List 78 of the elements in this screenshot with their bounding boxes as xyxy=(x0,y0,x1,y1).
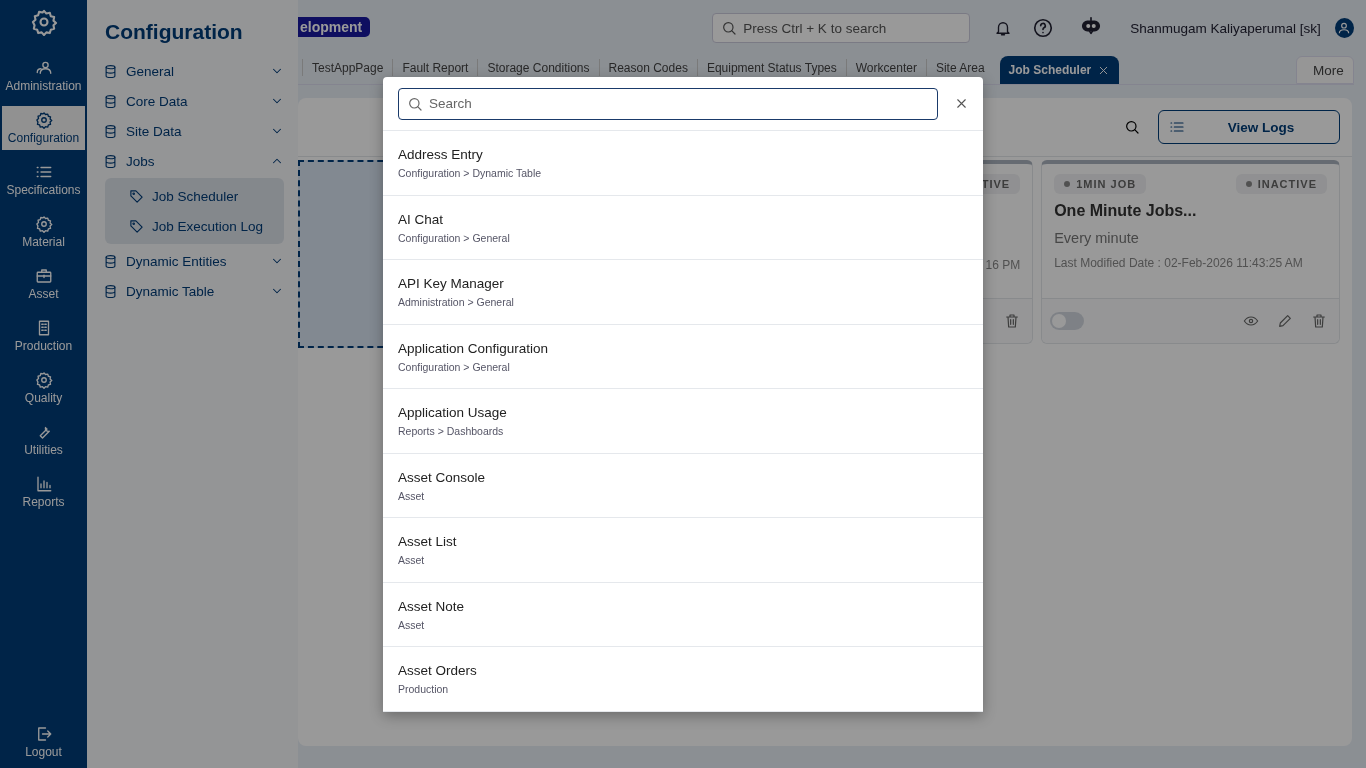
modified-date: 16 PM xyxy=(984,257,1022,272)
database-icon xyxy=(103,153,118,169)
modified-date: Last Modified Date : 02-Feb-2026 11:43:25 AM xyxy=(1053,255,1304,270)
job-title: One Minute Jobs... xyxy=(1053,201,1198,220)
gear-icon xyxy=(29,8,58,36)
eye-icon xyxy=(1243,313,1259,329)
more-button[interactable]: More xyxy=(1296,56,1354,84)
tag-icon xyxy=(129,218,144,234)
robot-icon xyxy=(1080,15,1103,37)
search-result[interactable]: AI Chat Configuration > General xyxy=(383,195,983,260)
close-button[interactable] xyxy=(954,96,969,111)
search-result[interactable]: API Key Manager Administration > General xyxy=(383,260,983,325)
job-tag: 1MIN JOB xyxy=(1054,174,1147,194)
pencil-icon xyxy=(1277,313,1293,329)
help-icon xyxy=(1032,17,1055,39)
rail-item[interactable]: Production xyxy=(2,314,85,358)
search-result[interactable]: Asset Note Asset xyxy=(383,582,983,647)
tab[interactable]: Reason Codes xyxy=(598,59,697,76)
logout-button[interactable]: Logout xyxy=(2,720,85,764)
menu-group[interactable]: Jobs xyxy=(103,146,284,176)
menu-group[interactable]: Site Data xyxy=(103,116,284,146)
briefcase-icon xyxy=(34,267,53,285)
search-field[interactable]: Press Ctrl + K to search xyxy=(712,13,971,43)
search-result[interactable]: Address Entry Configuration > Dynamic Table xyxy=(383,131,983,196)
list-icon xyxy=(1169,119,1185,135)
tab[interactable]: Site Area xyxy=(925,59,994,76)
panel-title: Configuration xyxy=(105,20,244,44)
search-field[interactable]: Search xyxy=(398,87,938,120)
people-icon xyxy=(34,59,53,77)
tab[interactable]: Job Scheduler xyxy=(999,56,1120,84)
menu-item[interactable]: Job Scheduler xyxy=(105,181,284,211)
avatar-icon[interactable] xyxy=(1334,18,1354,38)
status-badge: INACTIVE xyxy=(1235,174,1327,194)
menu-group[interactable]: General xyxy=(103,56,284,86)
rail-item[interactable]: Quality xyxy=(2,366,85,410)
tab[interactable]: Storage Conditions xyxy=(477,59,599,76)
view-logs-button[interactable]: View Logs xyxy=(1158,110,1340,144)
search-result[interactable]: Asset Console Asset xyxy=(383,453,983,518)
search-result[interactable]: Application Configuration Configuration > General xyxy=(383,324,983,389)
search-result[interactable]: Asset List Asset xyxy=(383,518,983,583)
tab[interactable]: Workcenter xyxy=(845,59,926,76)
database-icon xyxy=(103,63,118,79)
rail-item[interactable]: Utilities xyxy=(2,418,85,462)
rail-item[interactable]: Reports xyxy=(2,470,85,514)
rail-item[interactable]: Material xyxy=(2,210,85,254)
database-icon xyxy=(103,253,118,269)
bell-icon xyxy=(994,19,1013,37)
gear-icon xyxy=(34,371,53,389)
rail-item[interactable]: Administration xyxy=(2,54,85,98)
user-name: Shanmugam Kaliyaperumal [sk] xyxy=(1130,20,1321,36)
gear-icon xyxy=(34,215,53,233)
tag-icon xyxy=(129,188,144,204)
trash-icon xyxy=(1004,313,1021,329)
menu-group[interactable]: Dynamic Table xyxy=(103,276,284,306)
rail-item[interactable]: Configuration xyxy=(2,106,85,150)
bar-chart-icon xyxy=(34,475,53,493)
rail-item[interactable]: Asset xyxy=(2,262,85,306)
search-icon xyxy=(407,95,423,112)
tab[interactable]: Fault Report xyxy=(392,59,478,76)
tab[interactable]: TestAppPage xyxy=(302,59,393,76)
database-icon xyxy=(103,283,118,299)
database-icon xyxy=(103,93,118,109)
tab[interactable]: Equipment Status Types xyxy=(696,59,846,76)
trash-icon xyxy=(1311,313,1327,329)
search-result[interactable]: Asset Orders Production xyxy=(383,647,983,712)
search-icon xyxy=(1124,119,1140,135)
close-icon xyxy=(954,96,969,111)
menu-item[interactable]: Job Execution Log xyxy=(105,211,284,241)
job-schedule: Every minute xyxy=(1053,229,1140,246)
toggle-switch[interactable] xyxy=(1050,312,1085,330)
menu-group[interactable]: Dynamic Entities xyxy=(103,246,284,276)
search-icon xyxy=(721,20,738,36)
gear-icon xyxy=(34,111,53,129)
menu-group[interactable]: Core Data xyxy=(103,86,284,116)
rail-item[interactable]: Specifications xyxy=(2,158,85,202)
database-icon xyxy=(103,123,118,139)
environment-badge: elopment xyxy=(298,17,371,37)
search-result[interactable]: Application Usage Reports > Dashboards xyxy=(383,389,983,454)
